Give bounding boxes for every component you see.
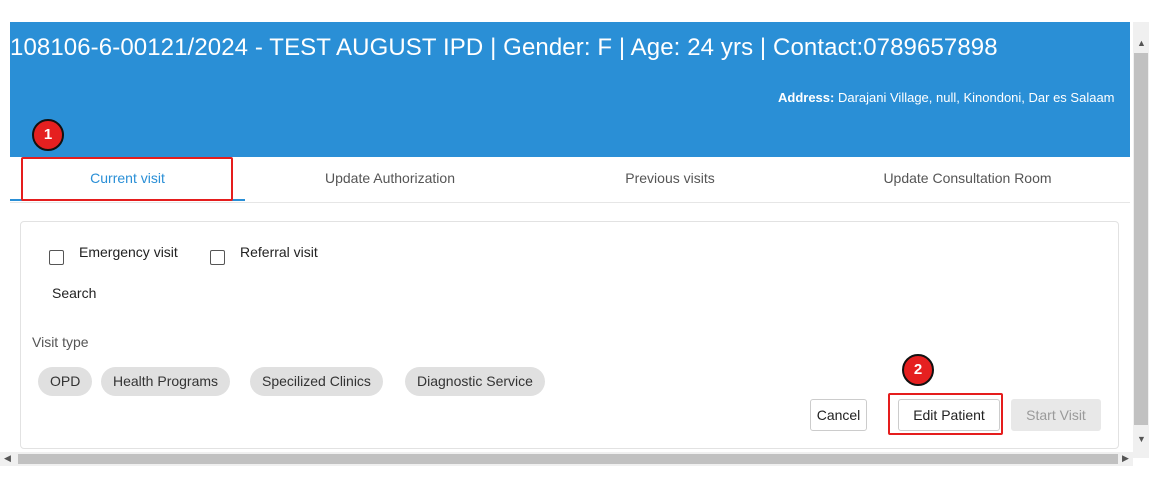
scroll-down-icon[interactable]: ▼ bbox=[1137, 434, 1146, 444]
annotation-badge-2: 2 bbox=[902, 354, 934, 386]
patient-title: 108106-6-00121/2024 - TEST AUGUST IPD | … bbox=[10, 34, 998, 61]
annotation-box-edit-patient bbox=[888, 393, 1003, 435]
visit-type-label: Visit type bbox=[32, 334, 89, 350]
tab-previous-visits[interactable]: Previous visits bbox=[535, 157, 805, 201]
tab-update-consultation-room[interactable]: Update Consultation Room bbox=[805, 157, 1130, 201]
screen: 108106-6-00121/2024 - TEST AUGUST IPD | … bbox=[0, 0, 1167, 496]
referral-visit-label: Referral visit bbox=[240, 244, 318, 260]
scroll-up-icon[interactable]: ▲ bbox=[1137, 38, 1146, 48]
tab-update-authorization[interactable]: Update Authorization bbox=[245, 157, 535, 201]
chip-opd[interactable]: OPD bbox=[38, 367, 93, 396]
address-value: Darajani Village, null, Kinondoni, Dar e… bbox=[834, 90, 1115, 105]
emergency-visit-checkbox[interactable] bbox=[49, 250, 64, 265]
scroll-left-icon[interactable]: ◀ bbox=[4, 453, 11, 464]
chip-diagnostic-service[interactable]: Diagnostic Service bbox=[405, 367, 545, 396]
patient-header: 108106-6-00121/2024 - TEST AUGUST IPD | … bbox=[10, 22, 1130, 157]
cancel-button[interactable]: Cancel bbox=[810, 399, 867, 431]
search-label[interactable]: Search bbox=[52, 285, 96, 301]
chip-health-programs[interactable]: Health Programs bbox=[101, 367, 231, 396]
emergency-visit-label: Emergency visit bbox=[79, 244, 178, 260]
vertical-scroll-thumb[interactable] bbox=[1134, 53, 1148, 425]
scroll-right-icon[interactable]: ▶ bbox=[1122, 453, 1129, 464]
annotation-badge-1: 1 bbox=[32, 119, 64, 151]
referral-visit-checkbox[interactable] bbox=[210, 250, 225, 265]
chip-specilized-clinics[interactable]: Specilized Clinics bbox=[250, 367, 383, 396]
horizontal-scroll-thumb[interactable] bbox=[18, 454, 1118, 464]
patient-address: Address: Darajani Village, null, Kinondo… bbox=[778, 88, 1128, 108]
annotation-box-current-visit bbox=[21, 157, 233, 201]
start-visit-button[interactable]: Start Visit bbox=[1011, 399, 1101, 431]
address-label: Address: bbox=[778, 90, 835, 105]
